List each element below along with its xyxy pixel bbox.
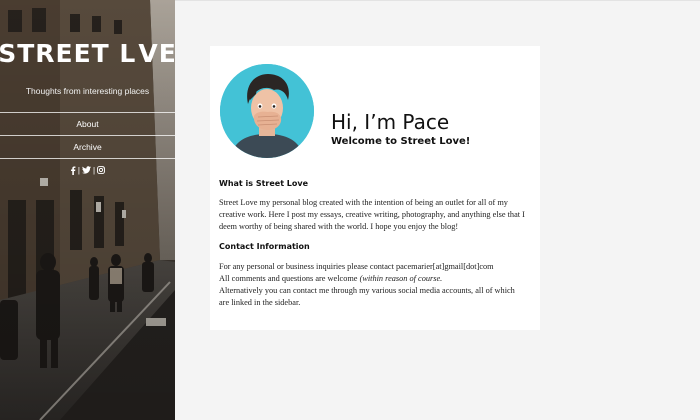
welcome-subheading: Welcome to Street Love! [331,136,471,147]
site-tagline: Thoughts from interesting places [25,86,150,96]
contact-comments-line: All comments and questions are welcome (… [219,273,534,285]
profile-avatar [220,64,314,158]
paragraph-line: deem worthy of being shared with the wor… [219,222,459,231]
nav-divider [0,158,175,159]
about-card: Hi, I’m Pace Welcome to Street Love! Wha… [210,46,540,330]
greeting-heading: Hi, I’m Pace [331,110,450,134]
paragraph-line: creative work. Here I post my essays, cr… [219,210,525,219]
nav-link-about[interactable]: About [0,113,175,135]
nav-link-archive[interactable]: Archive [0,136,175,158]
paragraph-line: Street Love my personal blog created wit… [219,198,508,207]
top-border [175,0,700,1]
social-separator: | [77,165,80,175]
sidebar: STREET L VE Thoughts from interesting pl… [0,0,175,420]
site-logo[interactable]: STREET L VE [0,36,175,70]
contact-social-line: are linked in the sidebar. [219,298,301,307]
comments-note: (within reason of course. [359,274,443,283]
instagram-icon[interactable] [97,166,105,174]
facebook-icon[interactable] [70,165,76,175]
logo-text-start: STREET L [0,38,137,68]
about-heading: What is Street Love [219,179,309,188]
twitter-icon[interactable] [82,166,91,174]
contact-social-line: Alternatively you can contact me through… [219,286,515,295]
avatar-image [220,64,314,158]
logo-text-end: VE [138,38,175,68]
contact-heading: Contact Information [219,242,310,251]
contact-paragraph: For any personal or business inquiries p… [219,261,534,309]
social-separator: | [93,165,96,175]
contact-email-line: For any personal or business inquiries p… [219,262,494,271]
about-paragraph: Street Love my personal blog created wit… [219,197,534,233]
comments-text: All comments and questions are welcome [219,274,360,283]
social-links: | | [0,163,175,177]
